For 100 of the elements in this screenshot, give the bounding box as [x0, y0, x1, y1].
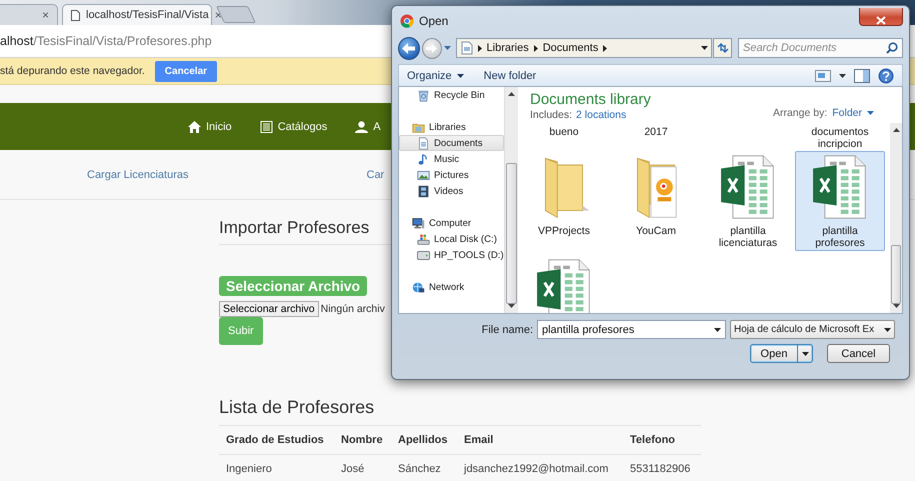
- column-header: Telefono: [623, 426, 701, 454]
- breadcrumb-arrow-icon: [603, 44, 608, 52]
- left-arrow-icon: [402, 42, 416, 54]
- document-icon: [417, 136, 430, 150]
- breadcrumb-arrow-icon: [478, 44, 482, 52]
- scrollbar[interactable]: [890, 123, 902, 313]
- info-message: stá depurando este navegador.: [0, 65, 145, 77]
- right-arrow-icon: [426, 44, 438, 52]
- search-field[interactable]: Search Documents: [742, 39, 886, 57]
- disk-icon: [417, 232, 430, 246]
- nav-pane-item[interactable]: Documents: [399, 135, 504, 151]
- nav-link[interactable]: Catálogos: [260, 120, 328, 132]
- choose-file-button[interactable]: Seleccionar archivo: [219, 301, 319, 317]
- nav-pane-item[interactable]: Music: [399, 151, 504, 167]
- nav-pane-item[interactable]: Computer: [399, 215, 504, 231]
- nav-pane-item[interactable]: HP_TOOLS (D:): [399, 247, 504, 263]
- organize-menu-button[interactable]: Organize: [407, 70, 464, 82]
- search-icon: [886, 42, 898, 54]
- file-type-dropdown[interactable]: Hoja de cálculo de Microsoft Ex: [730, 320, 895, 339]
- dropdown-caret-icon: [714, 328, 721, 332]
- nav-link[interactable]: Inicio: [188, 120, 232, 132]
- cancel-button[interactable]: Cancel: [827, 344, 890, 363]
- scroll-up-icon: [508, 92, 515, 96]
- spreadsheet-icon: [813, 155, 867, 219]
- file-name-box[interactable]: plantilla profesores: [537, 320, 726, 339]
- file-name-label: File name:: [480, 324, 533, 336]
- scrollbar-thumb[interactable]: [506, 163, 517, 304]
- includes-label: Includes:: [530, 109, 572, 121]
- column-header: Email: [457, 426, 623, 454]
- recycle-bin-icon: [417, 88, 430, 102]
- breadcrumb-item[interactable]: Libraries: [486, 42, 529, 54]
- search-box[interactable]: Search Documents: [738, 38, 903, 58]
- caret-icon: [839, 74, 846, 78]
- nav-pane-item[interactable]: Libraries: [399, 119, 504, 135]
- nav-pane-item[interactable]: Recycle Bin: [399, 87, 504, 103]
- network-icon: [412, 280, 425, 294]
- arrange-by-label: Arrange by:: [772, 107, 828, 119]
- select-file-label: Seleccionar Archivo: [219, 276, 368, 296]
- nav-pane-item[interactable]: Network: [399, 279, 504, 295]
- close-icon: [876, 16, 886, 25]
- table-cell: 5531182906: [623, 454, 701, 481]
- table-cell: José: [334, 454, 391, 481]
- nav-pane-item[interactable]: Videos: [399, 183, 504, 199]
- file-item[interactable]: plantilla profesores: [795, 151, 885, 251]
- breadcrumb-arrow-icon: [534, 44, 538, 52]
- film-icon: [417, 184, 430, 198]
- sub-nav-link[interactable]: Car: [366, 168, 384, 180]
- back-button[interactable]: [398, 36, 420, 60]
- library-page-icon: [460, 41, 473, 55]
- scrollbar[interactable]: [504, 87, 518, 313]
- column-header: Grado de Estudios: [219, 426, 334, 454]
- breadcrumb-item[interactable]: Documents: [542, 42, 598, 54]
- open-button[interactable]: Open: [750, 344, 813, 363]
- user-icon: [355, 120, 368, 132]
- table-cell: jdsanchez1992@hotmail.com: [457, 454, 623, 481]
- drive-icon: [417, 248, 430, 262]
- dropdown-caret-icon: [700, 46, 708, 50]
- refresh-button[interactable]: [713, 38, 732, 58]
- home-icon: [188, 120, 201, 132]
- list-icon: [260, 120, 273, 132]
- history-caret-icon: [444, 46, 451, 50]
- close-button[interactable]: [859, 8, 903, 26]
- split-caret-icon: [802, 352, 808, 356]
- tab-title: localhost/TesisFinal/Vista: [86, 9, 209, 21]
- file-name-field[interactable]: plantilla profesores: [542, 321, 710, 338]
- view-options-icon[interactable]: [815, 70, 831, 82]
- browser-tab[interactable]: ×: [0, 4, 58, 25]
- section-heading: Lista de Profesores: [219, 397, 376, 418]
- caret-icon: [867, 111, 874, 115]
- caret-icon: [456, 74, 464, 78]
- page-icon: [71, 10, 80, 20]
- arrange-by-dropdown[interactable]: Folder: [832, 107, 874, 119]
- nav-pane-item[interactable]: Local Disk (C:): [399, 231, 504, 247]
- scrollbar-thumb[interactable]: [891, 245, 901, 304]
- column-header: Apellidos: [391, 426, 457, 454]
- table-cell: Ingeniero: [219, 454, 334, 481]
- nav-link[interactable]: A: [355, 120, 381, 132]
- url-host: alhost: [0, 34, 34, 48]
- new-folder-button[interactable]: New folder: [484, 70, 536, 82]
- file-item-label[interactable]: 2017: [641, 126, 671, 138]
- tab-close-button[interactable]: ×: [42, 8, 49, 22]
- breadcrumb-bar[interactable]: Libraries Documents: [456, 38, 712, 58]
- file-item-label[interactable]: bueno: [546, 126, 582, 138]
- dropdown-caret-icon: [884, 328, 891, 332]
- file-item-label[interactable]: documentos incripcion: [796, 126, 884, 150]
- locations-link[interactable]: 2 locations: [576, 109, 626, 121]
- sub-nav-link[interactable]: Cargar Licenciaturas: [87, 168, 188, 180]
- file-status-text: Ningún archiv: [320, 303, 385, 315]
- column-header: Nombre: [334, 426, 391, 454]
- preview-pane-icon[interactable]: [854, 68, 870, 82]
- file-item[interactable]: plantilla licenciaturas: [703, 151, 793, 251]
- app-icon: [400, 14, 414, 28]
- url-path: /TesisFinal/Vista/Profesores.php: [33, 34, 212, 48]
- spreadsheet-icon: [721, 155, 775, 219]
- nav-pane-item[interactable]: Pictures: [399, 167, 504, 183]
- window-title: Open: [419, 14, 448, 28]
- refresh-icon: [716, 43, 729, 53]
- help-icon[interactable]: [878, 68, 894, 84]
- library-title: Documents library: [530, 91, 651, 108]
- scroll-up-icon: [892, 128, 900, 132]
